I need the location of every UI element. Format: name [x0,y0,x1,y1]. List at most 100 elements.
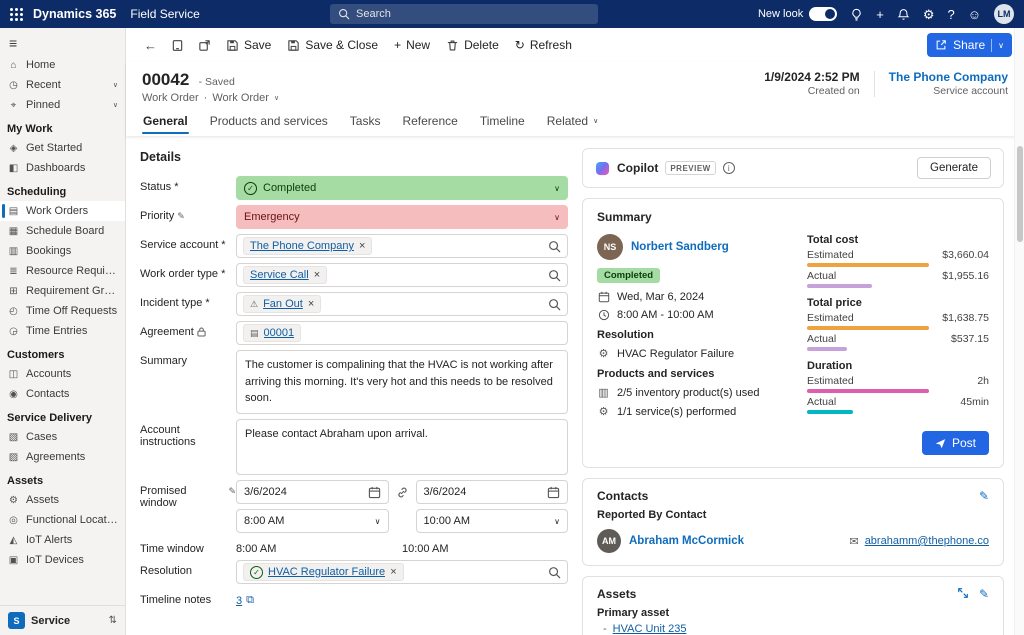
promised-start-time-select[interactable]: 8:00 AM ∨ [236,509,389,533]
sidebar-item[interactable]: ◴ Time Off Requests [0,301,125,321]
dismiss-icon[interactable]: × [308,298,314,310]
popout-icon[interactable] [192,35,217,56]
sidebar-item[interactable]: ▦ Schedule Board [0,221,125,241]
sidebar-item[interactable]: ◧ Dashboards [0,158,125,178]
search-icon[interactable] [548,298,561,311]
promised-start-date-input[interactable]: 3/6/2024 [236,480,389,504]
service-account-lookup[interactable]: The Phone Company × [236,234,568,258]
breadcrumb[interactable]: Work Order · Work Order ∨ [142,92,279,104]
timeline-notes-link[interactable]: 3 [236,595,242,607]
service-account-link[interactable]: The Phone Company [889,70,1008,84]
add-icon[interactable]: + [876,8,884,21]
sidebar-item[interactable]: ⌖ Pinned ∨ [0,95,125,115]
promised-end-date-input[interactable]: 3/6/2024 [416,480,569,504]
save-and-close-button[interactable]: Save & Close [280,34,385,56]
sidebar-item[interactable]: ▣ IoT Devices [0,550,125,570]
sidebar-item[interactable]: ◭ IoT Alerts [0,530,125,550]
area-switcher-icon[interactable]: ⇅ [109,615,117,626]
tab[interactable]: Timeline [479,110,526,136]
sidebar-item[interactable]: ▧ Cases [0,427,125,447]
status-select[interactable]: ✓ Completed ∨ [236,176,568,200]
tab[interactable]: Tasks [349,110,382,136]
sidebar-item[interactable]: ⊞ Requirement Gro... [0,281,125,301]
incident-type-value[interactable]: Fan Out [263,298,303,310]
agreement-lookup[interactable]: ▤00001 [236,321,568,345]
save-button[interactable]: Save [219,34,278,56]
sidebar-item[interactable]: ◎ Functional Locati... [0,510,125,530]
back-button[interactable]: ← [138,34,163,57]
dismiss-icon[interactable]: × [390,566,396,578]
vertical-scrollbar[interactable] [1014,28,1024,635]
field-label: Resolution [140,565,192,577]
sidebar-item[interactable]: ◉ Contacts [0,384,125,404]
delete-button[interactable]: Delete [439,34,506,56]
summary-textarea[interactable]: The customer is compalining that the HVA… [236,350,568,414]
contact-avatar[interactable]: AM [597,529,621,553]
sidebar-item[interactable]: ▤ Work Orders [0,201,125,221]
tab[interactable]: General [142,110,189,136]
sidebar-item[interactable]: ≣ Resource Require... [0,261,125,281]
sidebar-item[interactable]: ◷ Recent ∨ [0,75,125,95]
link-icon[interactable] [396,486,409,499]
sidebar-item[interactable]: ◈ Get Started [0,138,125,158]
settings-gear-icon[interactable]: ⚙ [923,8,935,21]
area-switcher[interactable]: S Service ⇅ [0,605,125,635]
open-external-icon[interactable]: ⧉ [246,594,254,607]
priority-select[interactable]: Emergency ∨ [236,205,568,229]
summary-title: Summary [597,210,989,224]
dismiss-icon[interactable]: × [359,240,365,252]
scrollbar-thumb[interactable] [1017,146,1023,242]
actual-cost-bar [807,284,872,288]
search-icon[interactable] [548,240,561,253]
tab[interactable]: Related ∨ [546,110,600,136]
search-icon[interactable] [548,269,561,282]
new-look-toggle[interactable] [809,7,837,21]
promised-end-time-select[interactable]: 10:00 AM ∨ [416,509,569,533]
service-account-value[interactable]: The Phone Company [250,240,354,252]
share-button[interactable]: Share ∨ [927,33,1012,57]
share-caret-icon[interactable]: ∨ [998,41,1004,50]
post-button[interactable]: Post [922,431,989,455]
sidebar-item[interactable]: ◶ Time Entries [0,321,125,341]
sidebar-item[interactable]: ⚙ Assets [0,490,125,510]
contact-email-link[interactable]: abrahamm@thephone.co [865,535,989,547]
global-search-input[interactable]: Search [330,4,598,24]
agreement-value[interactable]: 00001 [264,327,295,339]
user-avatar[interactable]: LM [994,4,1014,24]
technician-name[interactable]: Norbert Sandberg [631,241,729,253]
expand-icon[interactable] [957,587,969,601]
sidebar-collapse-icon[interactable]: ≡ [0,28,125,55]
technician-avatar[interactable]: NS [597,234,623,260]
help-icon[interactable]: ? [947,8,954,21]
edit-pencil-icon[interactable]: ✎ [979,489,989,503]
sidebar-item[interactable]: ◫ Accounts [0,364,125,384]
tab[interactable]: Reference [401,110,458,136]
work-order-type-lookup[interactable]: Service Call × [236,263,568,287]
refresh-button[interactable]: ↻ Refresh [508,34,579,56]
notifications-bell-icon[interactable] [897,8,910,21]
sidebar-item[interactable]: ▥ Bookings [0,241,125,261]
edit-pencil-icon[interactable]: ✎ [979,587,989,601]
dismiss-icon[interactable]: × [314,269,320,281]
sidebar-item[interactable]: ⌂ Home [0,55,125,75]
tablet-icon[interactable] [165,35,190,56]
sidebar-item[interactable]: ▨ Agreements [0,447,125,467]
work-order-type-value[interactable]: Service Call [250,269,309,281]
resolution-value[interactable]: HVAC Regulator Failure [268,566,385,578]
incident-type-lookup[interactable]: ⚠Fan Out× [236,292,568,316]
waffle-menu-icon[interactable] [10,8,23,21]
new-button[interactable]: + New [387,34,437,56]
info-icon[interactable]: i [723,162,735,174]
brand-title[interactable]: Dynamics 365 [33,7,116,21]
form-name[interactable]: Work Order [212,92,269,104]
lightbulb-icon[interactable] [850,8,863,21]
resolution-lookup[interactable]: ✓HVAC Regulator Failure× [236,560,568,584]
primary-asset-link[interactable]: HVAC Unit 235 [613,623,687,635]
generate-button[interactable]: Generate [917,157,991,179]
account-instructions-textarea[interactable]: Please contact Abraham upon arrival. [236,419,568,475]
contact-name[interactable]: Abraham McCormick [629,535,744,547]
search-icon[interactable] [548,566,561,579]
feedback-smiley-icon[interactable]: ☺ [968,8,981,21]
calendar-icon [597,291,610,303]
tab[interactable]: Products and services [209,110,329,136]
